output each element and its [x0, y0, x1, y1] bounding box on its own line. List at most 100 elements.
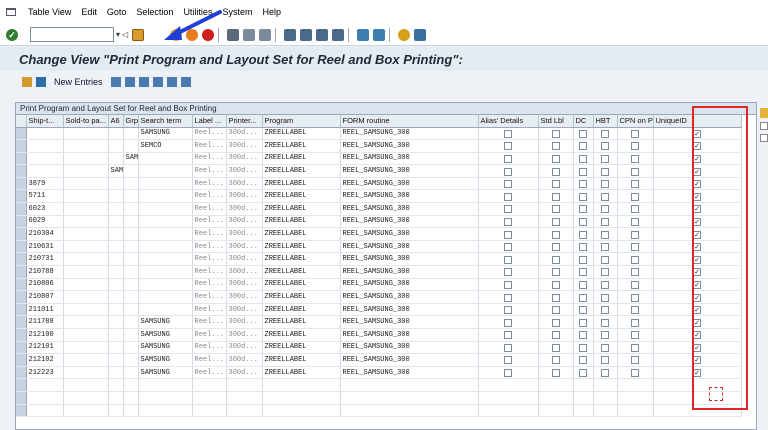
empty-cell[interactable]	[108, 391, 124, 405]
program-cell[interactable]: ZREELLABEL	[262, 265, 341, 279]
label-cell[interactable]: Reel... ▼	[192, 265, 227, 279]
empty-cell[interactable]	[123, 391, 139, 405]
search-term-cell[interactable]	[138, 177, 193, 191]
hbt-checkbox[interactable]	[601, 167, 609, 176]
ship-to-cell[interactable]: 6029	[26, 215, 64, 229]
cpn-on-pl-checkbox[interactable]	[631, 369, 639, 378]
empty-cell[interactable]	[226, 391, 263, 405]
unique-id-checkbox[interactable]: ✓	[693, 180, 701, 189]
unique-id-checkbox[interactable]: ✓	[693, 280, 701, 289]
form-routine-cell[interactable]: REEL_SAMSUNG_300	[340, 290, 479, 304]
form-routine-cell[interactable]: REEL_SAMSUNG_300	[340, 341, 479, 355]
column-header[interactable]: FORM routine	[340, 115, 479, 128]
empty-cell[interactable]	[226, 378, 263, 392]
column-header[interactable]: UniqueID	[653, 115, 742, 128]
grp5-cell[interactable]	[123, 328, 139, 342]
std-lbl-checkbox[interactable]	[551, 243, 560, 252]
empty-cell[interactable]	[138, 378, 193, 392]
alias-details-checkbox[interactable]	[504, 306, 512, 315]
a6-cell[interactable]	[108, 177, 124, 191]
cpn-on-pl-checkbox[interactable]	[631, 154, 639, 163]
hbt-checkbox[interactable]	[601, 142, 609, 151]
cpn-on-pl-checkbox[interactable]	[631, 230, 639, 239]
printer-cell[interactable]: 300d... ▼	[226, 366, 263, 380]
grp5-cell[interactable]	[123, 252, 139, 267]
hbt-checkbox[interactable]	[601, 280, 609, 289]
dc-checkbox[interactable]	[579, 230, 587, 239]
program-cell[interactable]: ZREELLABEL	[262, 189, 341, 204]
grp5-cell[interactable]	[123, 290, 139, 304]
ship-to-cell[interactable]: 210806	[26, 278, 64, 292]
column-header[interactable]: Sold-to pa...	[63, 115, 109, 128]
program-cell[interactable]: ZREELLABEL	[262, 127, 341, 141]
unique-id-checkbox[interactable]: ✓	[693, 129, 701, 138]
menu-edit[interactable]: Edit	[81, 7, 97, 17]
hbt-checkbox[interactable]	[601, 129, 609, 138]
program-cell[interactable]: ZREELLABEL	[262, 139, 341, 153]
search-term-cell[interactable]: SAMSUNG	[138, 341, 193, 355]
search-term-cell[interactable]	[138, 240, 193, 254]
a6-cell[interactable]	[108, 341, 124, 355]
cpn-on-pl-checkbox[interactable]	[631, 293, 639, 302]
std-lbl-checkbox[interactable]	[551, 154, 560, 163]
form-routine-cell[interactable]: REEL_SAMSUNG_300	[340, 202, 479, 216]
search-term-cell[interactable]	[138, 189, 193, 204]
label-cell[interactable]: Reel... ▼	[192, 189, 227, 204]
program-cell[interactable]: ZREELLABEL	[262, 341, 341, 355]
empty-cell[interactable]	[192, 378, 227, 392]
empty-cell[interactable]	[108, 404, 124, 418]
empty-cell[interactable]	[653, 378, 742, 392]
empty-cell[interactable]	[340, 391, 479, 405]
row-selector[interactable]	[16, 127, 27, 141]
cpn-on-pl-checkbox[interactable]	[631, 142, 639, 151]
ship-to-cell[interactable]: 212100	[26, 328, 64, 342]
form-routine-cell[interactable]: REEL_SAMSUNG_300	[340, 127, 479, 141]
layout-menu-icon[interactable]	[414, 28, 427, 41]
a6-cell[interactable]: SAM	[108, 164, 124, 178]
std-lbl-checkbox[interactable]	[551, 180, 560, 189]
printer-cell[interactable]: 300d... ▼	[226, 303, 263, 317]
empty-cell[interactable]	[573, 378, 594, 392]
a6-cell[interactable]	[108, 353, 124, 367]
form-routine-cell[interactable]: REEL_SAMSUNG_300	[340, 189, 479, 204]
hbt-checkbox[interactable]	[601, 268, 609, 277]
form-routine-cell[interactable]: REEL_SAMSUNG_300	[340, 265, 479, 279]
row-selector[interactable]	[16, 265, 27, 279]
empty-cell[interactable]	[538, 391, 574, 405]
cpn-on-pl-checkbox[interactable]	[631, 343, 639, 352]
alias-details-checkbox[interactable]	[504, 205, 512, 214]
grp5-cell[interactable]	[123, 303, 139, 317]
printer-cell[interactable]: 300d... ▼	[226, 227, 263, 241]
a6-cell[interactable]	[108, 252, 124, 267]
empty-cell[interactable]	[108, 378, 124, 392]
std-lbl-checkbox[interactable]	[551, 255, 560, 264]
alias-details-checkbox[interactable]	[504, 280, 512, 289]
ship-to-cell[interactable]: 211788	[26, 315, 64, 329]
hbt-checkbox[interactable]	[601, 306, 609, 315]
row-selector[interactable]	[16, 177, 27, 191]
search-term-cell[interactable]: SEMCO	[138, 139, 193, 153]
printer-cell[interactable]: 300d... ▼	[226, 341, 263, 355]
column-header[interactable]: DC	[573, 115, 594, 128]
cpn-on-pl-checkbox[interactable]	[631, 205, 639, 214]
alias-details-checkbox[interactable]	[504, 356, 512, 365]
program-cell[interactable]: ZREELLABEL	[262, 152, 341, 166]
std-lbl-checkbox[interactable]	[551, 356, 560, 365]
label-cell[interactable]: Reel... ▼	[192, 290, 227, 304]
row-selector[interactable]	[16, 404, 27, 418]
column-header[interactable]: Alias' Details	[478, 115, 539, 128]
cpn-on-pl-checkbox[interactable]	[631, 129, 639, 138]
printer-cell[interactable]: 300d... ▼	[226, 265, 263, 279]
a6-cell[interactable]	[108, 240, 124, 254]
sold-to-cell[interactable]	[63, 227, 109, 241]
empty-cell[interactable]	[653, 404, 742, 418]
search-term-cell[interactable]	[138, 152, 193, 166]
alias-details-checkbox[interactable]	[504, 255, 512, 264]
std-lbl-checkbox[interactable]	[551, 142, 560, 151]
cpn-on-pl-checkbox[interactable]	[631, 217, 639, 226]
form-routine-cell[interactable]: REEL_SAMSUNG_300	[340, 303, 479, 317]
unique-id-checkbox[interactable]: ✓	[693, 192, 701, 201]
std-lbl-checkbox[interactable]	[551, 306, 560, 315]
std-lbl-checkbox[interactable]	[551, 280, 560, 289]
ship-to-cell[interactable]: 212101	[26, 341, 64, 355]
